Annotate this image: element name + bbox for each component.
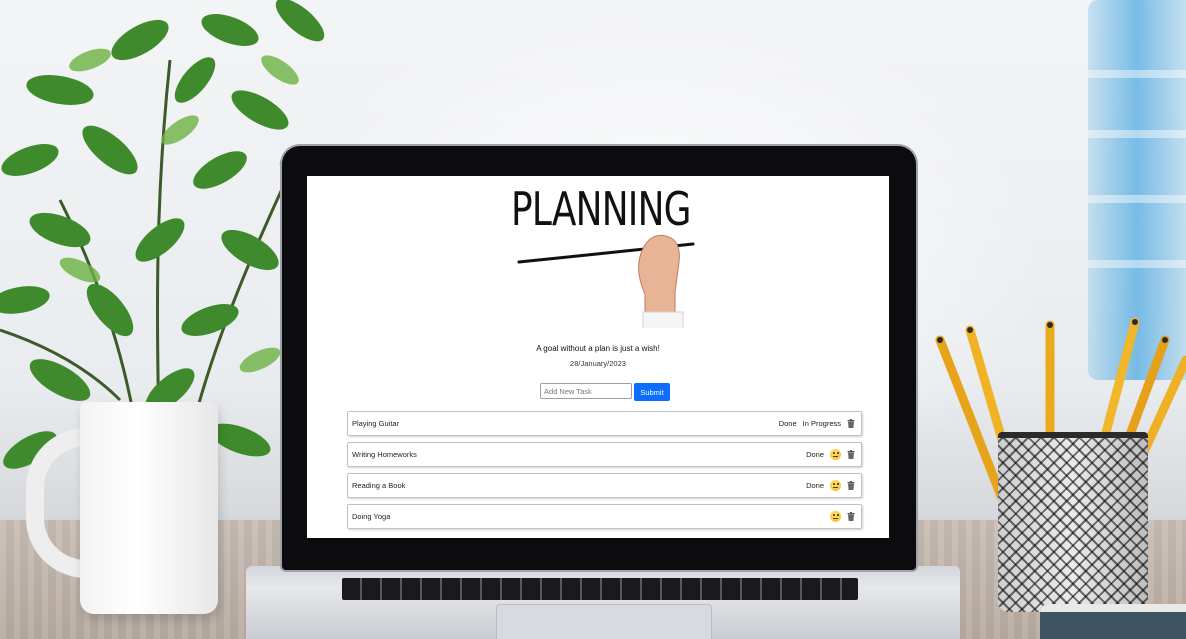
eraser — [1040, 604, 1186, 639]
date-text: 28/January/2023 — [570, 359, 626, 368]
bottle-ring — [1088, 195, 1186, 203]
trash-icon[interactable] — [847, 450, 855, 459]
photo-scene: PLANNING A goal without a plan is just a… — [0, 0, 1186, 639]
hero-title: PLANNING — [511, 182, 691, 236]
task-name: Playing Guitar — [352, 419, 400, 428]
new-task-input[interactable] — [540, 383, 632, 399]
task-row: Writing Homeworks Done — [347, 442, 862, 467]
submit-button[interactable]: Submit — [634, 383, 670, 401]
trash-icon[interactable] — [847, 512, 855, 521]
thinking-face-icon[interactable] — [830, 449, 841, 460]
task-name: Reading a Book — [352, 481, 406, 490]
trash-icon[interactable] — [847, 481, 855, 490]
in-progress-button[interactable]: In Progress — [803, 419, 841, 428]
trash-icon[interactable] — [847, 419, 855, 428]
grinning-face-icon[interactable] — [830, 511, 841, 522]
task-row: Doing Yoga — [347, 504, 862, 529]
laptop-trackpad — [496, 604, 712, 639]
task-actions — [830, 511, 855, 522]
task-row: Playing Guitar Done In Progress — [347, 411, 862, 436]
laptop-keyboard — [342, 578, 858, 600]
task-actions: Done — [806, 449, 855, 460]
planning-hero-image: PLANNING — [497, 180, 707, 328]
bottle-ring — [1088, 130, 1186, 138]
task-list: Playing Guitar Done In Progress Writing … — [347, 411, 862, 535]
task-name: Writing Homeworks — [352, 450, 417, 459]
bottle-ring — [1088, 70, 1186, 78]
done-button[interactable]: Done — [806, 450, 824, 459]
add-task-form: Submit — [540, 383, 670, 401]
pencil-holder — [998, 432, 1148, 612]
task-actions: Done In Progress — [779, 419, 855, 428]
app-screen: PLANNING A goal without a plan is just a… — [307, 176, 889, 538]
task-name: Doing Yoga — [352, 512, 391, 521]
white-mug — [80, 402, 218, 614]
bottle-ring — [1088, 260, 1186, 268]
task-row: Reading a Book Done — [347, 473, 862, 498]
done-button[interactable]: Done — [806, 481, 824, 490]
task-actions: Done — [806, 480, 855, 491]
done-button[interactable]: Done — [779, 419, 797, 428]
thinking-face-icon[interactable] — [830, 480, 841, 491]
motto-text: A goal without a plan is just a wish! — [536, 344, 660, 353]
